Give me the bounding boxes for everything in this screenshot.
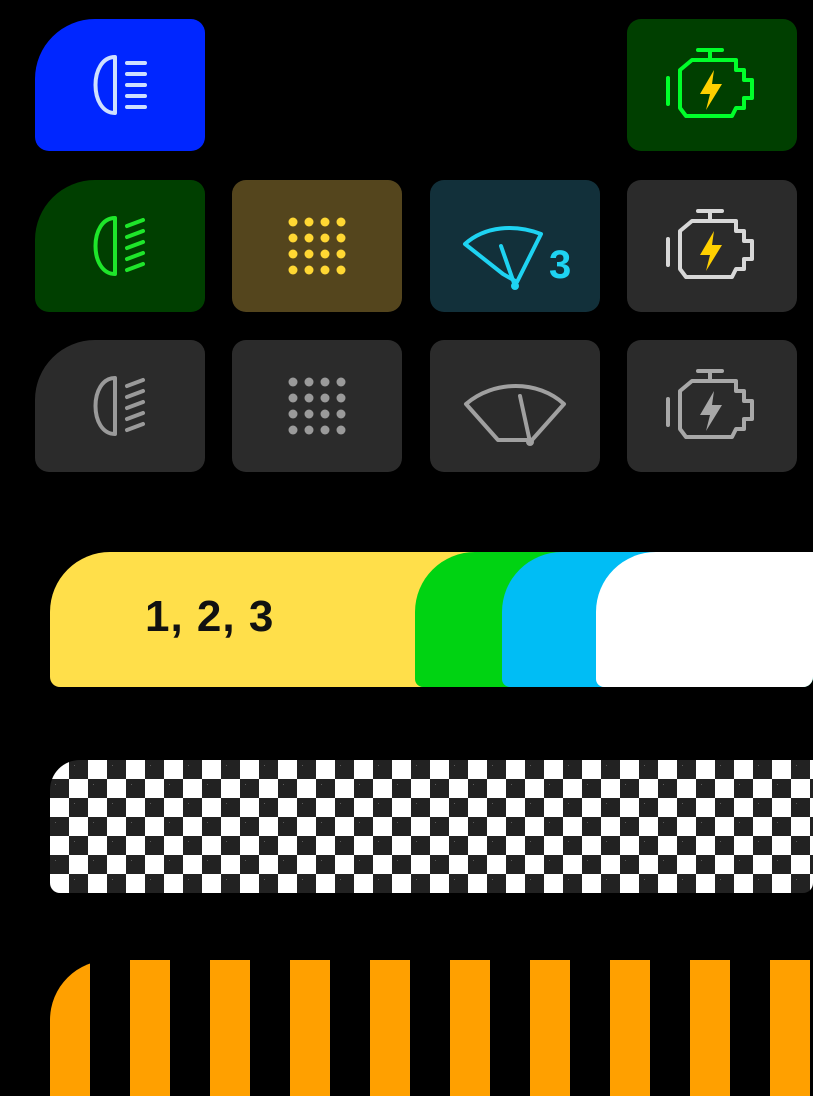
check-engine-tile[interactable]: [627, 180, 797, 312]
fog-light-tile-active[interactable]: [35, 180, 205, 312]
striped-bar[interactable]: [50, 960, 813, 1096]
check-engine-tile-active[interactable]: [627, 19, 797, 151]
low-beam-headlight-icon: [93, 55, 147, 115]
dot-grid-icon: [288, 377, 346, 435]
wiper-icon: 3: [463, 226, 571, 290]
fog-light-tile[interactable]: [35, 340, 205, 472]
check-engine-icon: [666, 209, 754, 279]
low-beam-tile[interactable]: [35, 19, 205, 151]
dot-grid-tile-active[interactable]: [232, 180, 402, 312]
wiper-tile-active[interactable]: 3: [430, 180, 600, 312]
checkered-bar[interactable]: [50, 760, 813, 893]
stage-selector-bar[interactable]: 1, 2, 3: [50, 552, 813, 687]
stage-label: 1, 2, 3: [145, 592, 275, 641]
dot-grid-tile[interactable]: [232, 340, 402, 472]
stage-white-segment[interactable]: [596, 552, 813, 687]
wiper-icon: [464, 384, 566, 446]
wiper-tile[interactable]: [430, 340, 600, 472]
fog-light-icon: [93, 216, 145, 276]
check-engine-icon: [666, 48, 754, 118]
fog-light-icon: [93, 376, 145, 436]
check-engine-tile-inactive[interactable]: [627, 340, 797, 472]
wiper-speed-badge: 3: [549, 243, 571, 287]
check-engine-icon: [666, 369, 754, 439]
dot-grid-icon: [288, 217, 346, 275]
